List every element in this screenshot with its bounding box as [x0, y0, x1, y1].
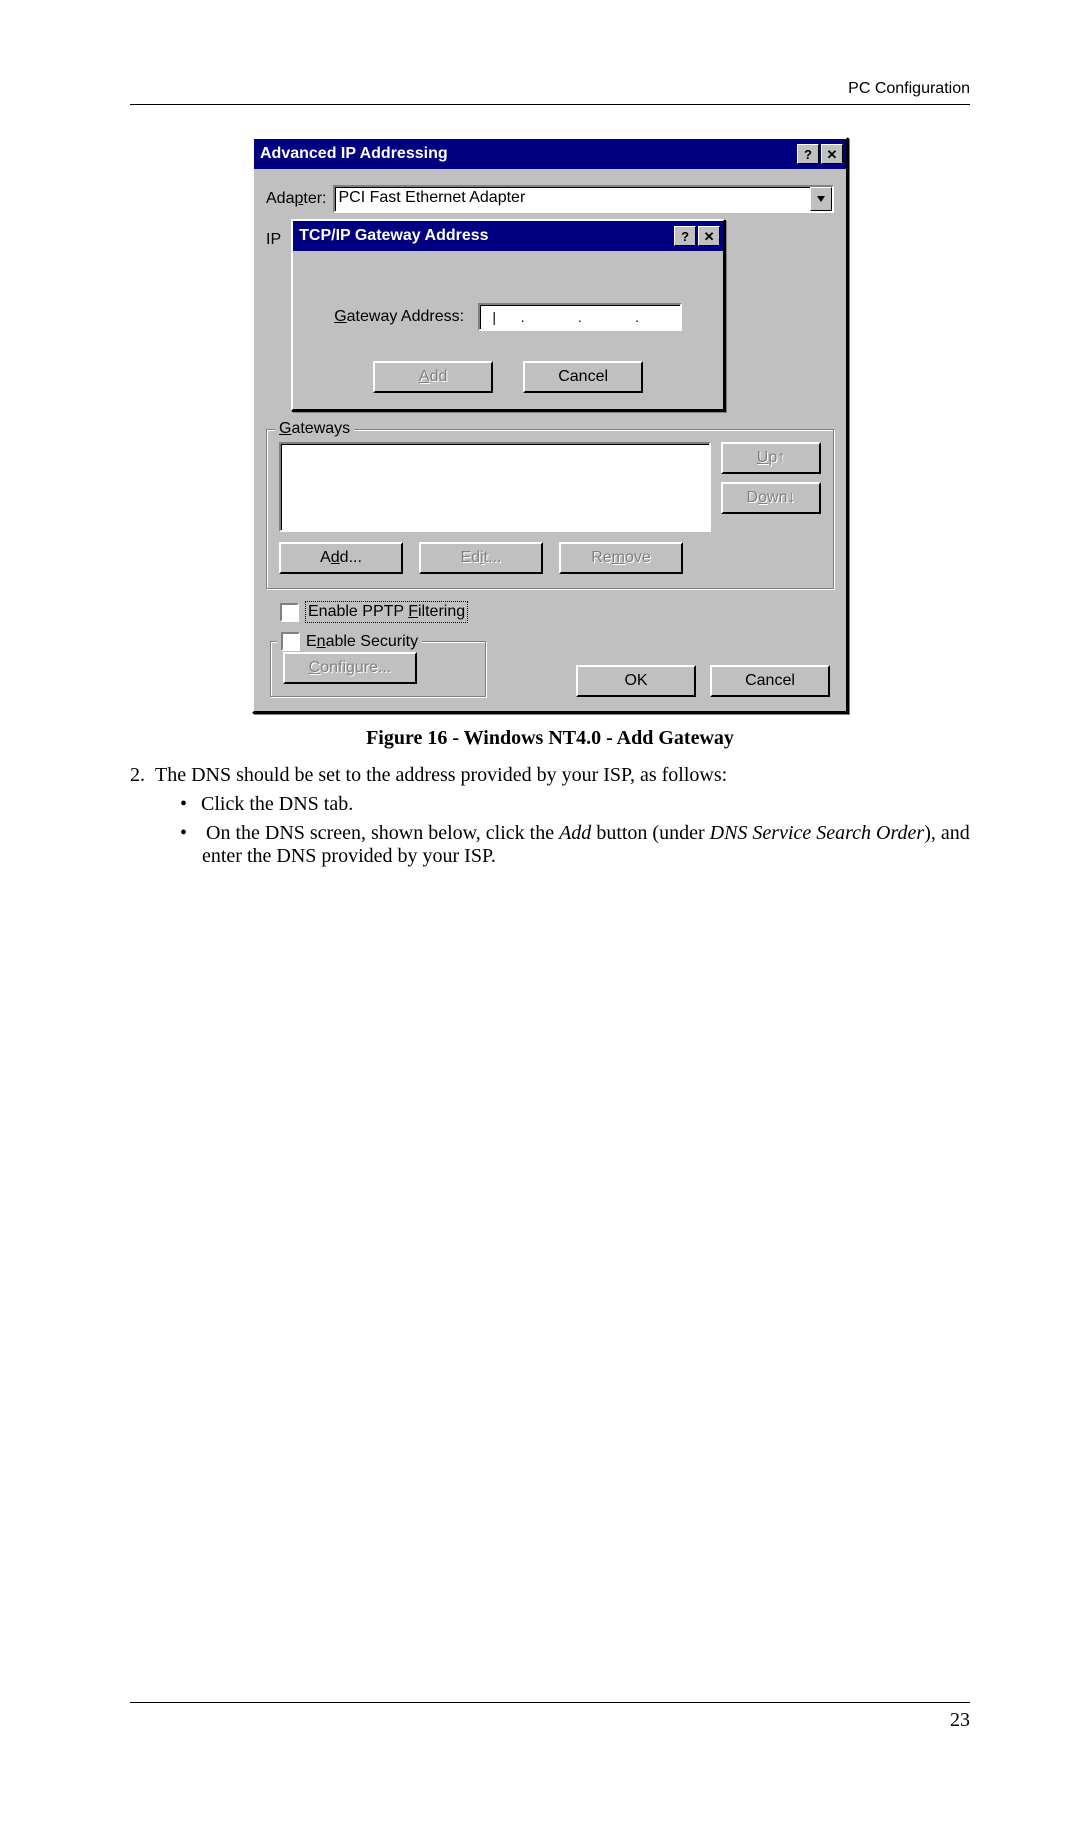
help-icon[interactable]: ? [797, 144, 819, 164]
bullet-item: On the DNS screen, shown below, click th… [202, 822, 970, 868]
add-gateway-button[interactable]: Add... [279, 542, 403, 574]
figure-screenshot: Advanced IP Addressing ? ✕ Adapter: PCI … [130, 137, 970, 713]
title-outer: Advanced IP Addressing [260, 145, 795, 163]
security-legend: Enable Security [277, 632, 422, 651]
security-checkbox[interactable] [281, 632, 300, 651]
document-text: 2. The DNS should be set to the address … [130, 764, 970, 868]
security-group: Enable Security Configure... [270, 641, 486, 697]
titlebar-inner: TCP/IP Gateway Address ? ✕ [293, 221, 723, 251]
add-button[interactable]: Add [373, 361, 493, 393]
titlebar-outer: Advanced IP Addressing ? ✕ [254, 139, 846, 169]
bullet-item: Click the DNS tab. [202, 793, 970, 816]
adapter-label: Adapter: [266, 190, 327, 208]
page-header: PC Configuration [130, 80, 970, 105]
gateways-group: Gateways Up↑ Down↓ Add... Edit... Remove [266, 429, 834, 589]
close-icon[interactable]: ✕ [821, 144, 843, 164]
ok-button[interactable]: OK [576, 665, 696, 697]
gateway-address-label: Gateway Address: [334, 308, 464, 326]
pptp-row[interactable]: Enable PPTP Filtering [280, 601, 834, 623]
chevron-down-icon[interactable] [810, 187, 832, 211]
down-button[interactable]: Down↓ [721, 482, 821, 514]
adapter-combo[interactable]: PCI Fast Ethernet Adapter [333, 185, 835, 213]
figure-caption: Figure 16 - Windows NT4.0 - Add Gateway [130, 727, 970, 750]
up-button[interactable]: Up↑ [721, 442, 821, 474]
dialog-gateway-address: TCP/IP Gateway Address ? ✕ Gateway Addre… [291, 219, 725, 411]
gateway-address-input[interactable]: |. . . [478, 303, 682, 331]
adapter-value: PCI Fast Ethernet Adapter [335, 187, 811, 211]
list-number: 2. [130, 764, 145, 786]
ip-group-prefix: IP [266, 231, 281, 249]
gateways-list[interactable] [279, 442, 711, 532]
instruction-line: The DNS should be set to the address pro… [155, 764, 727, 786]
pptp-label: Enable PPTP Filtering [305, 601, 468, 623]
pptp-checkbox[interactable] [280, 603, 299, 622]
edit-gateway-button[interactable]: Edit... [419, 542, 543, 574]
remove-gateway-button[interactable]: Remove [559, 542, 683, 574]
title-inner: TCP/IP Gateway Address [299, 227, 672, 245]
close-icon[interactable]: ✕ [698, 226, 720, 246]
dialog-advanced-ip: Advanced IP Addressing ? ✕ Adapter: PCI … [252, 137, 848, 713]
gateways-legend: Gateways [275, 420, 354, 438]
configure-button[interactable]: Configure... [283, 652, 417, 684]
cancel-button[interactable]: Cancel [710, 665, 830, 697]
help-icon[interactable]: ? [674, 226, 696, 246]
page-number: 23 [130, 1702, 970, 1732]
cancel-button[interactable]: Cancel [523, 361, 643, 393]
